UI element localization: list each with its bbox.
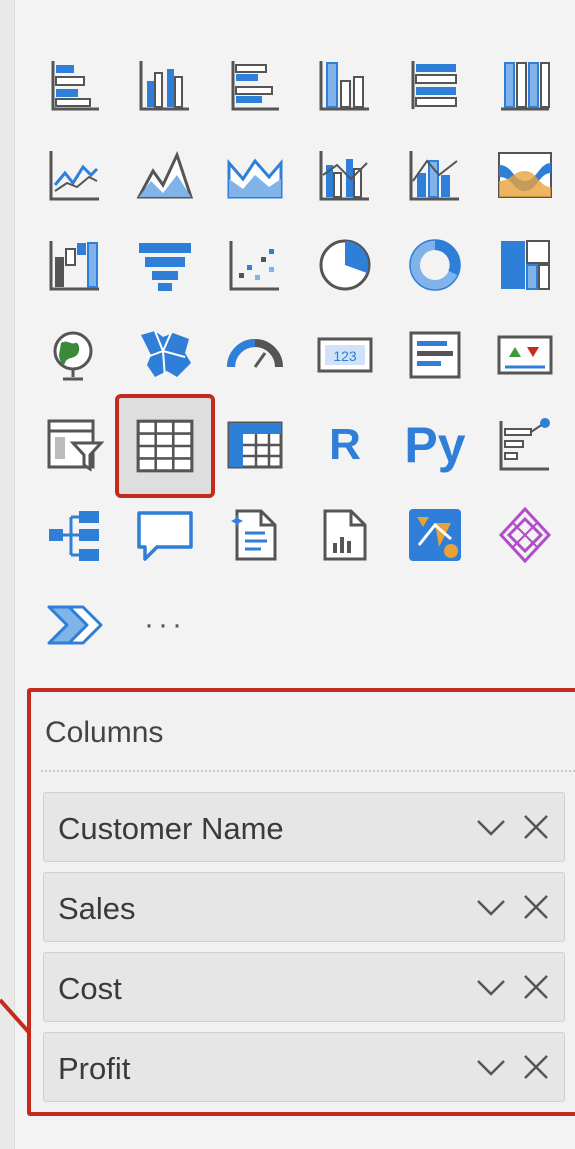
clustered-column-icon[interactable] (131, 51, 199, 119)
columns-well-title: Columns (45, 716, 164, 749)
r-visual-icon[interactable]: R (311, 411, 379, 479)
power-automate-icon[interactable] (41, 591, 109, 659)
azure-map-icon[interactable] (401, 501, 469, 569)
close-icon[interactable] (522, 973, 550, 1001)
chevron-down-icon[interactable] (476, 1055, 506, 1079)
key-influencers-icon[interactable] (491, 411, 559, 479)
field-item-sales[interactable]: Sales (43, 872, 565, 942)
area-chart-icon[interactable] (131, 141, 199, 209)
more-visuals-icon[interactable]: ··· (131, 591, 199, 659)
scatter-chart-icon[interactable] (221, 231, 289, 299)
close-icon[interactable] (522, 813, 550, 841)
svg-text:123: 123 (333, 348, 357, 364)
table-icon[interactable] (115, 394, 215, 498)
field-item-profit[interactable]: Profit (43, 1032, 565, 1102)
more-visuals-label: ··· (144, 608, 186, 641)
clustered-bar-icon[interactable] (221, 51, 289, 119)
field-item-cost[interactable]: Cost (43, 952, 565, 1022)
map-icon[interactable] (41, 321, 109, 389)
ribbon-chart-icon[interactable] (491, 141, 559, 209)
pie-chart-icon[interactable] (311, 231, 379, 299)
field-label: Cost (58, 971, 122, 1006)
stacked-column-icon[interactable] (311, 51, 379, 119)
multi-row-card-icon[interactable] (401, 321, 469, 389)
smart-narrative-icon[interactable] (221, 501, 289, 569)
card-icon[interactable]: 123 (311, 321, 379, 389)
funnel-chart-icon[interactable] (131, 231, 199, 299)
python-visual-label: Py (404, 417, 466, 473)
field-label: Profit (58, 1051, 131, 1086)
100-stacked-bar-icon[interactable] (401, 51, 469, 119)
decomposition-tree-icon[interactable] (41, 501, 109, 569)
chevron-down-icon[interactable] (476, 975, 506, 999)
treemap-icon[interactable] (491, 231, 559, 299)
field-label: Sales (58, 891, 136, 926)
100-stacked-column-icon[interactable] (491, 51, 559, 119)
well-divider (41, 770, 575, 772)
gauge-icon[interactable] (221, 321, 289, 389)
columns-field-well: Columns Customer Name Sales Cost Profit (27, 688, 575, 1116)
chevron-down-icon[interactable] (476, 895, 506, 919)
line-clustered-column-icon[interactable] (311, 141, 379, 209)
visual-gallery: 123 R Py ··· (30, 40, 570, 670)
power-apps-icon[interactable] (491, 501, 559, 569)
close-icon[interactable] (522, 893, 550, 921)
filled-map-icon[interactable] (131, 321, 199, 389)
line-chart-icon[interactable] (41, 141, 109, 209)
waterfall-chart-icon[interactable] (41, 231, 109, 299)
line-stacked-column-icon[interactable] (401, 141, 469, 209)
donut-chart-icon[interactable] (401, 231, 469, 299)
paginated-report-icon[interactable] (311, 501, 379, 569)
stacked-bar-icon[interactable] (41, 51, 109, 119)
kpi-icon[interactable] (491, 321, 559, 389)
matrix-icon[interactable] (221, 411, 289, 479)
close-icon[interactable] (522, 1053, 550, 1081)
qa-icon[interactable] (131, 501, 199, 569)
chevron-down-icon[interactable] (476, 815, 506, 839)
slicer-icon[interactable] (41, 411, 109, 479)
python-visual-icon[interactable]: Py (401, 411, 469, 479)
stacked-area-icon[interactable] (221, 141, 289, 209)
r-visual-label: R (329, 420, 361, 469)
field-label: Customer Name (58, 811, 284, 846)
field-item-customer-name[interactable]: Customer Name (43, 792, 565, 862)
